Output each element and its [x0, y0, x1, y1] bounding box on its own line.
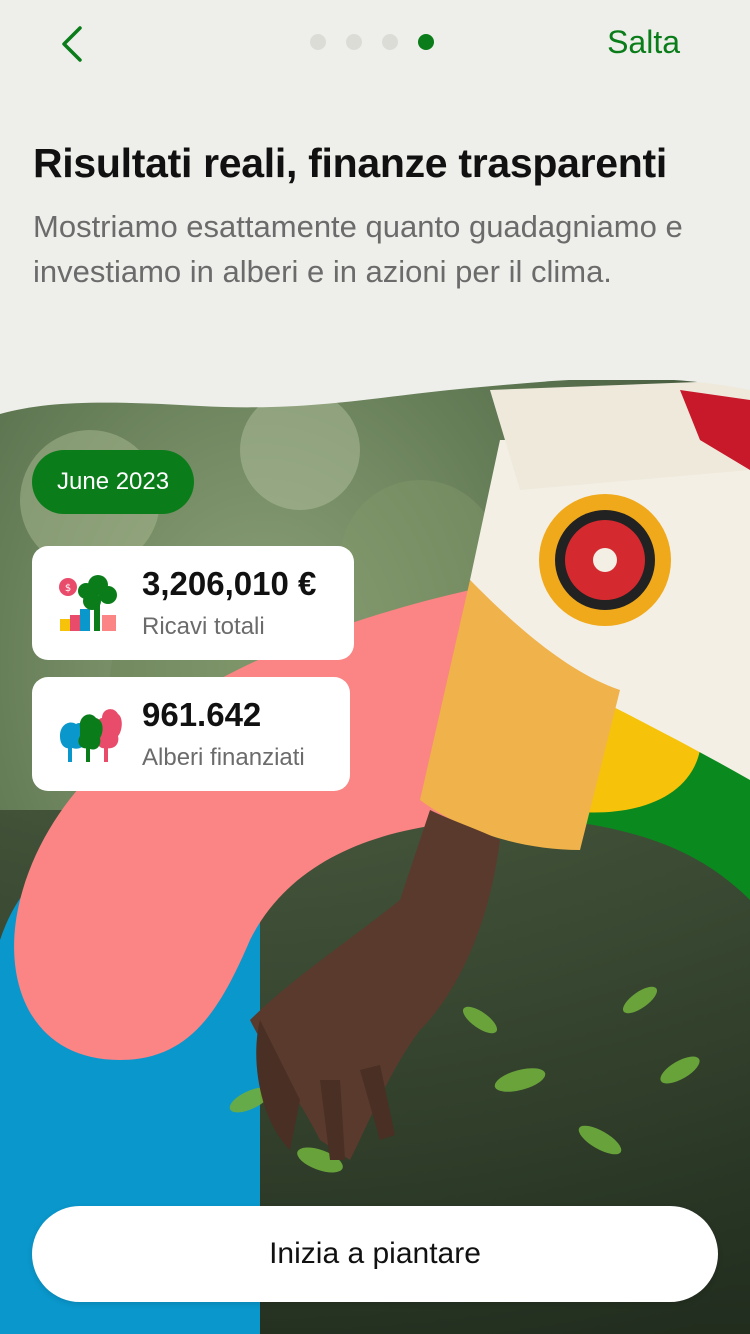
wave-divider: [0, 370, 750, 414]
svg-text:$: $: [65, 583, 71, 594]
skip-button[interactable]: Salta: [607, 24, 680, 61]
trees-label: Alberi finanziati: [142, 744, 305, 771]
revenue-card: $ 3,206,010 € Ricavi totali: [32, 546, 354, 660]
page-indicator: [310, 34, 434, 50]
revenue-tree-icon: $: [59, 575, 117, 631]
page-dot: [382, 34, 398, 50]
start-planting-button[interactable]: Inizia a piantare: [32, 1206, 718, 1302]
hero-illustration: [0, 380, 750, 1334]
top-bar: Salta: [0, 0, 750, 90]
revenue-value: 3,206,010 €: [142, 565, 317, 602]
trees-value: 961.642: [142, 696, 262, 733]
chevron-left-icon: [62, 26, 82, 62]
page-dot: [310, 34, 326, 50]
page-subtitle: Mostriamo esattamente quanto guadagniamo…: [33, 209, 683, 289]
hero-image: [0, 380, 750, 1334]
trees-card: 961.642 Alberi finanziati: [32, 677, 350, 791]
report-month-badge: June 2023: [32, 450, 195, 514]
page-dot-active: [418, 34, 434, 50]
back-button[interactable]: [52, 22, 92, 66]
trees-icon: [60, 709, 122, 762]
revenue-label: Ricavi totali: [142, 613, 265, 640]
page-title: Risultati reali, finanze trasparenti: [33, 140, 667, 186]
page-dot: [346, 34, 362, 50]
